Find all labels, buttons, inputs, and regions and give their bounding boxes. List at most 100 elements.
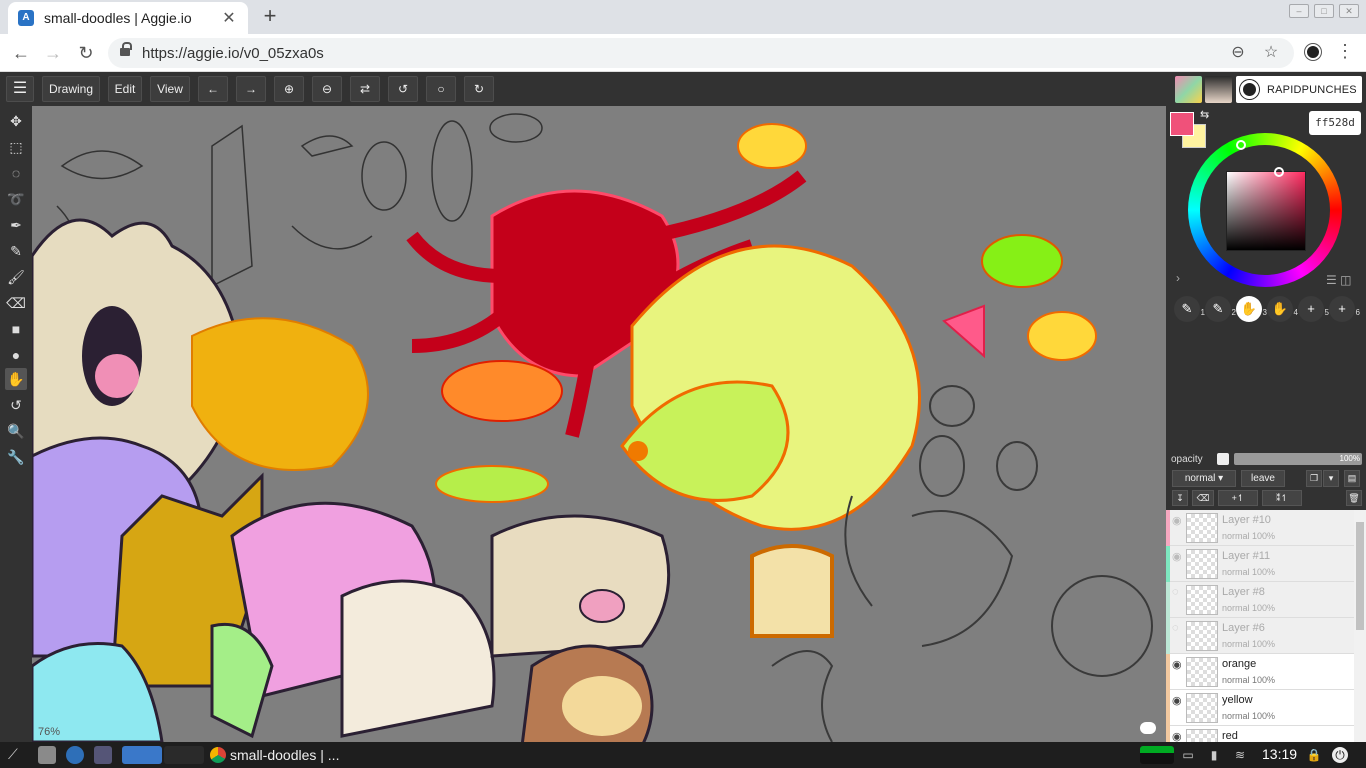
wifi-icon[interactable]: ≋ [1232,747,1248,763]
rectangle-icon[interactable]: ■ [5,318,27,340]
eye-off-icon[interactable]: ◌ [1172,622,1179,634]
layer-row[interactable]: ◌ Layer #8 normal 100% [1166,582,1354,618]
bookmark-star-icon[interactable]: ☆ [1261,43,1281,63]
eye-off-icon[interactable]: ◌ [1172,586,1179,598]
drawing-canvas[interactable]: 76% [32,106,1166,742]
layer-row[interactable]: ◉ red [1166,726,1354,742]
start-menu-icon[interactable]: ⟋ [8,746,26,764]
brush-slot-5[interactable]: +5 [1298,296,1329,322]
workspace-2-icon[interactable] [164,746,204,764]
address-bar[interactable]: https://aggie.io/v0_05zxa0s ⊖ ☆ [108,38,1294,68]
tab-close-icon[interactable]: ✕ [220,8,238,28]
brush-slot-4[interactable]: ✋ 4 [1267,296,1298,322]
move-tool-icon[interactable]: ✥ [5,110,27,132]
rotate-right-button[interactable]: ↻ [464,76,494,102]
new-tab-button[interactable]: + [258,5,282,29]
folder-icon[interactable]: ▭ [1180,747,1196,763]
chrome-menu-icon[interactable]: ⋮ [1336,41,1354,62]
duplicate-layer-icon[interactable]: ❐ [1306,470,1322,487]
back-button[interactable]: ← [10,42,32,64]
hex-color-input[interactable]: ff528d [1309,111,1361,135]
wrench-icon[interactable]: 🔧 [5,446,27,468]
eraser-icon[interactable]: ⌫ [5,292,27,314]
brush-icon[interactable]: 🖌 [5,266,27,288]
layer-row[interactable]: ◉ Layer #10 normal 100% [1166,510,1354,546]
rotate-reset-button[interactable]: ○ [426,76,456,102]
flip-button[interactable]: ⇄ [350,76,380,102]
ellipse-icon[interactable]: ● [5,344,27,366]
brush-slot-2[interactable]: ✎ 2 [1205,296,1236,322]
zoom-in-button[interactable]: ⊕ [274,76,304,102]
window-close-button[interactable]: ✕ [1339,4,1359,18]
sliders-icon[interactable]: ☰ ◫ [1326,273,1351,287]
minimize-button[interactable]: – [1289,4,1309,18]
eye-icon[interactable]: ◉ [1172,694,1182,707]
layer-dropdown-icon[interactable]: ▾ [1323,470,1339,487]
eye-icon[interactable]: ◉ [1172,550,1182,563]
layer-row[interactable]: ◉ Layer #11 normal 100% [1166,546,1354,582]
reload-button[interactable]: ↻ [75,42,97,64]
workspace-1-icon[interactable] [122,746,162,764]
forward-button[interactable]: → [42,42,64,64]
group-layer-icon[interactable]: ⁑↿ [1262,490,1302,506]
desktop-icon[interactable] [94,746,112,764]
leave-button[interactable]: leave [1241,470,1285,487]
hue-picker-handle[interactable] [1236,140,1246,150]
user-avatar[interactable] [1205,76,1232,103]
primary-color-swatch[interactable] [1170,112,1194,136]
rect-select-icon[interactable]: ⬚ [5,136,27,158]
profile-icon[interactable] [1305,44,1321,60]
swap-colors-icon[interactable]: ⇆ [1200,108,1209,121]
zoom-icon[interactable]: ⊖ [1228,43,1248,63]
url-text[interactable]: https://aggie.io/v0_05zxa0s [142,45,324,62]
chevron-right-icon[interactable]: › [1176,271,1180,285]
brush-slot-6[interactable]: +6 [1329,296,1360,322]
pen-icon[interactable]: ✎ [5,240,27,262]
eyedropper-icon[interactable]: ✒ [5,214,27,236]
power-icon[interactable]: ⏻ [1332,747,1348,763]
trash-icon[interactable]: 🗑 [1346,490,1362,506]
ellipse-select-icon[interactable]: ◌ [5,162,27,184]
eye-icon[interactable]: ◉ [1172,514,1182,527]
zoom-out-button[interactable]: ⊖ [312,76,342,102]
drawing-menu-button[interactable]: Drawing [42,76,100,102]
lasso-icon[interactable]: ➰ [5,188,27,210]
undo-button[interactable]: ← [198,76,228,102]
edit-menu-button[interactable]: Edit [108,76,142,102]
saturation-value-square[interactable] [1226,171,1306,251]
browser-tab[interactable]: A small-doodles | Aggie.io ✕ [8,2,248,34]
hamburger-menu-icon[interactable]: ☰ [6,76,34,102]
redo-button[interactable]: → [236,76,266,102]
taskbar-chrome-window[interactable]: small-doodles | ... [208,744,354,766]
maximize-button[interactable]: □ [1314,4,1334,18]
layers-scrollbar[interactable] [1354,510,1366,742]
rotate-left-button[interactable]: ↺ [388,76,418,102]
sv-picker-handle[interactable] [1274,167,1284,177]
brush-slot-1[interactable]: ✎ 1 [1174,296,1205,322]
file-manager-icon[interactable] [38,746,56,764]
scrollbar-thumb[interactable] [1356,522,1364,630]
clear-layer-icon[interactable]: ⌫ [1192,490,1214,506]
view-menu-button[interactable]: View [150,76,190,102]
blend-mode-select[interactable]: normal ▾ [1172,470,1236,487]
layer-row[interactable]: ◌ Layer #6 normal 100% [1166,618,1354,654]
eye-icon[interactable]: ◉ [1172,730,1182,742]
clipboard-icon[interactable]: ▮ [1206,747,1222,763]
layer-row[interactable]: ◉ yellow normal 100% [1166,690,1354,726]
new-layer-icon[interactable]: ▤ [1344,470,1360,487]
brush-slot-3[interactable]: ✋ 3 [1236,296,1267,322]
lock-icon[interactable]: 🔒 [1306,747,1322,763]
current-user-button[interactable]: RAPIDPUNCHES [1236,76,1362,103]
browser-launcher-icon[interactable] [66,746,84,764]
user-avatar[interactable] [1175,76,1202,103]
rotate-icon[interactable]: ↺ [5,394,27,416]
merge-down-icon[interactable]: ↧ [1172,490,1188,506]
layer-row[interactable]: ◉ orange normal 100% [1166,654,1354,690]
add-layer-icon[interactable]: +↿ [1218,490,1258,506]
opacity-lock-checkbox[interactable] [1217,453,1229,465]
opacity-slider[interactable]: 100% [1234,453,1362,465]
hand-icon[interactable]: ✋ [5,368,27,390]
eye-icon[interactable]: ◉ [1172,658,1182,671]
chat-bubble-icon[interactable] [1140,722,1156,734]
magnify-icon[interactable]: 🔍 [5,420,27,442]
